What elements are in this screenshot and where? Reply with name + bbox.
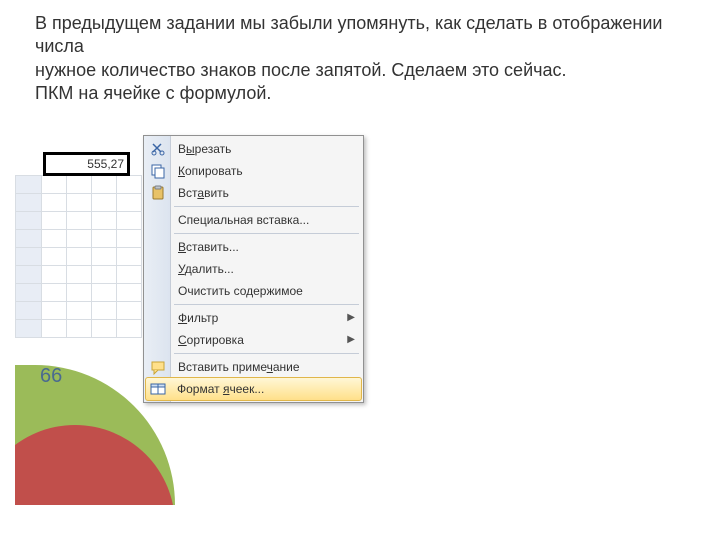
cell-grid xyxy=(15,175,142,338)
menu-item-insert-comment[interactable]: Вставить примечание xyxy=(146,356,361,378)
instruction-line2: нужное количество знаков после запятой. … xyxy=(35,60,567,80)
instruction-text: В предыдущем задании мы забыли упомянуть… xyxy=(0,0,720,106)
context-menu: Вырезать Копировать Вставить Специальная… xyxy=(143,135,364,403)
menu-label: Специальная вставка... xyxy=(178,213,309,227)
menu-label: Фильтр xyxy=(178,311,218,325)
menu-separator xyxy=(174,233,359,234)
menu-item-clear-contents[interactable]: Очистить содержимое xyxy=(146,280,361,302)
menu-item-format-cells[interactable]: Формат ячеек... xyxy=(145,377,362,401)
menu-label: Вставить xyxy=(178,186,229,200)
comment-icon xyxy=(150,359,166,375)
copy-icon xyxy=(150,163,166,179)
menu-item-paste-special[interactable]: Специальная вставка... xyxy=(146,209,361,231)
menu-label: Очистить содержимое xyxy=(178,284,303,298)
menu-separator xyxy=(174,304,359,305)
menu-label: Удалить... xyxy=(178,262,234,276)
menu-separator xyxy=(174,353,359,354)
pie-data-label: 66 xyxy=(40,365,62,388)
menu-label: Сортировка xyxy=(178,333,244,347)
instruction-line1: В предыдущем задании мы забыли упомянуть… xyxy=(35,13,662,56)
instruction-line3: ПКМ на ячейке с формулой. xyxy=(35,83,271,103)
menu-label: Копировать xyxy=(178,164,243,178)
menu-label: Вставить примечание xyxy=(178,360,300,374)
menu-label: Вставить... xyxy=(178,240,239,254)
menu-item-sort[interactable]: Сортировка ▶ xyxy=(146,329,361,351)
menu-label: Вырезать xyxy=(178,142,231,156)
menu-item-insert[interactable]: Вставить... xyxy=(146,236,361,258)
menu-item-copy[interactable]: Копировать xyxy=(146,160,361,182)
menu-item-filter[interactable]: Фильтр ▶ xyxy=(146,307,361,329)
menu-item-cut[interactable]: Вырезать xyxy=(146,138,361,160)
chevron-right-icon: ▶ xyxy=(347,329,355,351)
chevron-right-icon: ▶ xyxy=(347,307,355,329)
paste-icon xyxy=(150,185,166,201)
menu-label: Формат ячеек... xyxy=(177,382,264,396)
menu-item-paste[interactable]: Вставить xyxy=(146,182,361,204)
scissors-icon xyxy=(150,141,166,157)
menu-separator xyxy=(174,206,359,207)
format-cells-icon xyxy=(150,381,166,397)
selected-cell[interactable]: 555,27 xyxy=(43,152,130,176)
menu-item-delete[interactable]: Удалить... xyxy=(146,258,361,280)
